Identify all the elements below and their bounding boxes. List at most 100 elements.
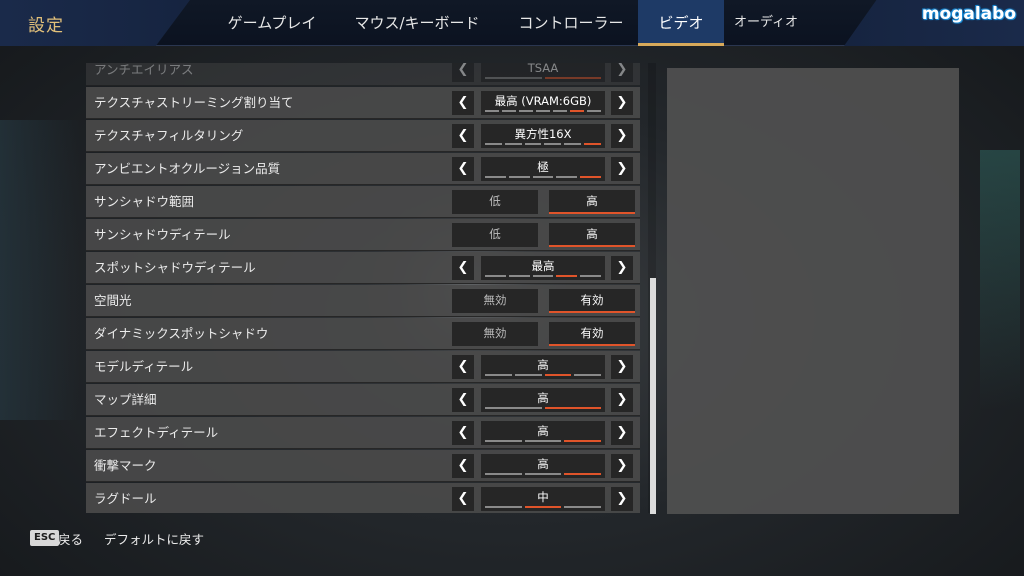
chevron-left-icon[interactable]: ❮ [452,421,474,445]
setting-label: テクスチャストリーミング割り当て [94,95,294,110]
toggle-option[interactable]: 無効 [452,289,538,313]
reset-defaults-button[interactable]: デフォルトに戻す [104,529,204,548]
chevron-left-icon[interactable]: ❮ [452,124,474,148]
setting-row[interactable]: アンチエイリアス ❮ TSAA ❯ [86,63,640,86]
level-segment [536,110,550,112]
level-segment [485,77,542,79]
chevron-left-icon[interactable]: ❮ [452,454,474,478]
chevron-left-icon[interactable]: ❮ [452,91,474,115]
level-segment [564,506,602,508]
level-indicator [485,110,601,112]
setting-selector[interactable]: 最高 [481,256,605,280]
scrollbar-thumb[interactable] [650,278,656,514]
tab-video[interactable]: ビデオ [638,0,724,46]
background-light [980,150,1020,410]
setting-row[interactable]: サンシャドウディテール 低高 [86,219,640,251]
tab-audio[interactable]: オーディオ [730,0,802,46]
setting-label: アンチエイリアス [94,63,194,77]
chevron-right-icon[interactable]: ❯ [611,256,633,280]
background-shadow [0,120,80,420]
setting-row[interactable]: アンビエントオクルージョン品質 ❮ 極 ❯ [86,153,640,185]
setting-row[interactable]: マップ詳細 ❮ 高 ❯ [86,384,640,416]
setting-value: 高 [537,391,549,405]
level-segment [524,143,542,145]
setting-row[interactable]: エフェクトディテール ❮ 高 ❯ [86,417,640,449]
setting-selector[interactable]: 高 [481,355,605,379]
brand-logo: mogalabo [921,4,1016,24]
chevron-left-icon[interactable]: ❮ [452,487,474,511]
toggle-option[interactable]: 高 [549,223,635,247]
setting-row[interactable]: スポットシャドウディテール ❮ 最高 ❯ [86,252,640,284]
setting-selector[interactable]: 高 [481,454,605,478]
level-segment [570,110,584,112]
chevron-right-icon[interactable]: ❯ [611,124,633,148]
setting-label: サンシャドウ範囲 [94,194,195,209]
level-indicator [485,275,601,277]
setting-row[interactable]: 空間光 無効 有効 [86,285,640,317]
chevron-right-icon[interactable]: ❯ [611,454,633,478]
setting-selector[interactable]: 中 [481,487,605,511]
level-segment [485,440,522,442]
setting-label: サンシャドウディテール [94,227,231,242]
setting-selector[interactable]: 高 [481,388,605,412]
chevron-right-icon[interactable]: ❯ [611,91,633,115]
level-segment [544,143,562,145]
chevron-right-icon[interactable]: ❯ [611,157,633,181]
back-button[interactable]: 戻る [58,529,83,548]
toggle-option[interactable]: 低 [452,190,538,214]
setting-row[interactable]: サンシャドウ範囲 低高 [86,186,640,218]
setting-selector[interactable]: 高 [481,421,605,445]
setting-row[interactable]: ラグドール ❮ 中 ❯ [86,483,640,513]
level-segment [508,176,530,178]
chevron-left-icon[interactable]: ❮ [452,63,474,82]
level-segment [532,176,554,178]
level-indicator [485,176,601,178]
tab-gameplay[interactable]: ゲームプレイ [216,0,328,46]
level-segment [508,275,530,277]
chevron-left-icon[interactable]: ❮ [452,355,474,379]
setting-value: TSAA [527,63,559,75]
setting-selector[interactable]: 最高 (VRAM:6GB) [481,91,605,115]
level-segment [564,440,602,442]
footer-bar: ESC 戻る デフォルトに戻す [0,522,1024,552]
chevron-right-icon[interactable]: ❯ [611,421,633,445]
level-segment [587,110,601,112]
setting-label: ダイナミックスポットシャドウ [94,326,269,341]
setting-row[interactable]: モデルディテール ❮ 高 ❯ [86,351,640,383]
toggle-option[interactable]: 有効 [549,289,635,313]
tab-controller[interactable]: コントローラー [508,0,634,46]
toggle-option[interactable]: 高 [549,190,635,214]
setting-selector[interactable]: 異方性16X [481,124,605,148]
toggle-option[interactable]: 無効 [452,322,538,346]
setting-label: アンビエントオクルージョン品質 [94,161,281,176]
level-segment [485,110,499,112]
toggle-option[interactable]: 低 [452,223,538,247]
setting-label: 衝撃マーク [94,458,157,473]
chevron-right-icon[interactable]: ❯ [611,487,633,511]
setting-selector[interactable]: 極 [481,157,605,181]
level-indicator [485,506,602,508]
toggle-option[interactable]: 有効 [549,322,635,346]
chevron-right-icon[interactable]: ❯ [611,355,633,379]
setting-row[interactable]: テクスチャストリーミング割り当て ❮ 最高 (VRAM:6GB) ❯ [86,87,640,119]
setting-row[interactable]: ダイナミックスポットシャドウ 無効 有効 [86,318,640,350]
chevron-right-icon[interactable]: ❯ [611,388,633,412]
setting-value: 中 [537,490,549,504]
setting-value: 高 [537,424,549,438]
level-segment [580,176,601,178]
setting-row[interactable]: テクスチャフィルタリング ❮ 異方性16X ❯ [86,120,640,152]
chevron-left-icon[interactable]: ❮ [452,388,474,412]
level-segment [485,374,512,376]
level-segment [532,275,554,277]
level-segment [524,506,562,508]
setting-label: マップ詳細 [94,392,157,407]
level-segment [485,275,506,277]
setting-selector[interactable]: TSAA [481,63,605,82]
setting-row[interactable]: 衝撃マーク ❮ 高 ❯ [86,450,640,482]
chevron-left-icon[interactable]: ❮ [452,256,474,280]
level-segment [564,473,602,475]
tab-mouse-keyboard[interactable]: マウス/キーボード [340,0,494,46]
setting-label: テクスチャフィルタリング [94,128,244,143]
chevron-left-icon[interactable]: ❮ [452,157,474,181]
chevron-right-icon[interactable]: ❯ [611,63,633,82]
